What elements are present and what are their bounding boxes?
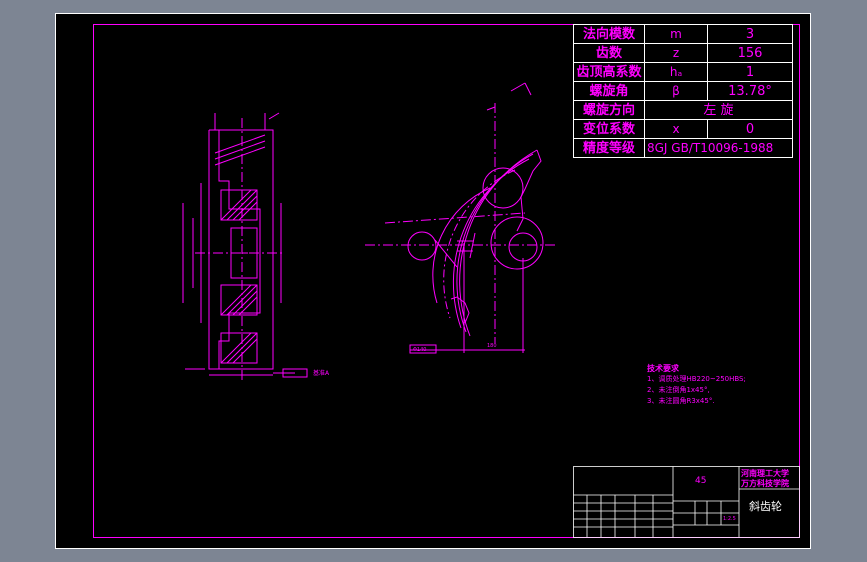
tech-requirement-3: 3、未注圆角R3x45°. [647,397,715,405]
length-dimension-label: 180 [487,343,497,349]
param-symbol: β [644,81,708,101]
param-value: 左 旋 [644,100,793,120]
param-label: 螺旋角 [573,81,645,101]
technical-requirements: 技术要求 1、调质处理HB220~250HBS; 2、未注倒角1x45°, 3、… [647,363,746,407]
material-label: 45 [695,476,707,486]
param-value: 8GJ GB/T10096-1988 [644,138,793,158]
scale-label: 1:2.5 [723,516,736,522]
param-label: 齿顶高系数 [573,62,645,82]
param-label: 法向模数 [573,24,645,44]
school-name-line2: 万方科技学院 [741,479,789,488]
param-value: 156 [707,43,793,63]
param-label: 螺旋方向 [573,100,645,120]
gear-parameter-table: 法向模数 m 3 齿数 z 156 齿顶高系数 hₐ 1 螺旋角 β 13.78° 螺旋方向左 旋变位系… [573,24,793,158]
param-label: 齿数 [573,43,645,63]
part-name: 斜齿轮 [749,500,782,513]
front-view [365,82,555,354]
param-row: 变位系数 x 0 [573,119,793,139]
school-name-line1: 河南理工大学 [741,469,789,478]
param-value: 3 [707,24,793,44]
tech-requirements-title: 技术要求 [647,364,679,373]
phi-dimension-label: Φ140 [413,347,427,353]
tech-requirement-1: 1、调质处理HB220~250HBS; [647,375,746,383]
param-row: 齿数 z 156 [573,43,793,63]
param-label: 精度等级 [573,138,645,158]
param-value: 13.78° [707,81,793,101]
param-row: 齿顶高系数 hₐ 1 [573,62,793,82]
datum-label: 基准A [313,370,330,377]
tech-requirement-2: 2、未注倒角1x45°, [647,386,710,394]
param-symbol: z [644,43,708,63]
param-value: 0 [707,119,793,139]
param-row: 法向模数 m 3 [573,24,793,44]
param-symbol: m [644,24,708,44]
param-row: 螺旋方向左 旋 [573,100,793,120]
drawing-canvas: 法向模数 m 3 齿数 z 156 齿顶高系数 hₐ 1 螺旋角 β 13.78° 螺旋方向左 旋变位系… [55,13,811,549]
param-symbol: x [644,119,708,139]
section-view [182,112,308,383]
param-row: 螺旋角 β 13.78° [573,81,793,101]
param-symbol: hₐ [644,62,708,82]
param-label: 变位系数 [573,119,645,139]
param-row: 精度等级 8GJ GB/T10096-1988 [573,138,793,158]
param-value: 1 [707,62,793,82]
